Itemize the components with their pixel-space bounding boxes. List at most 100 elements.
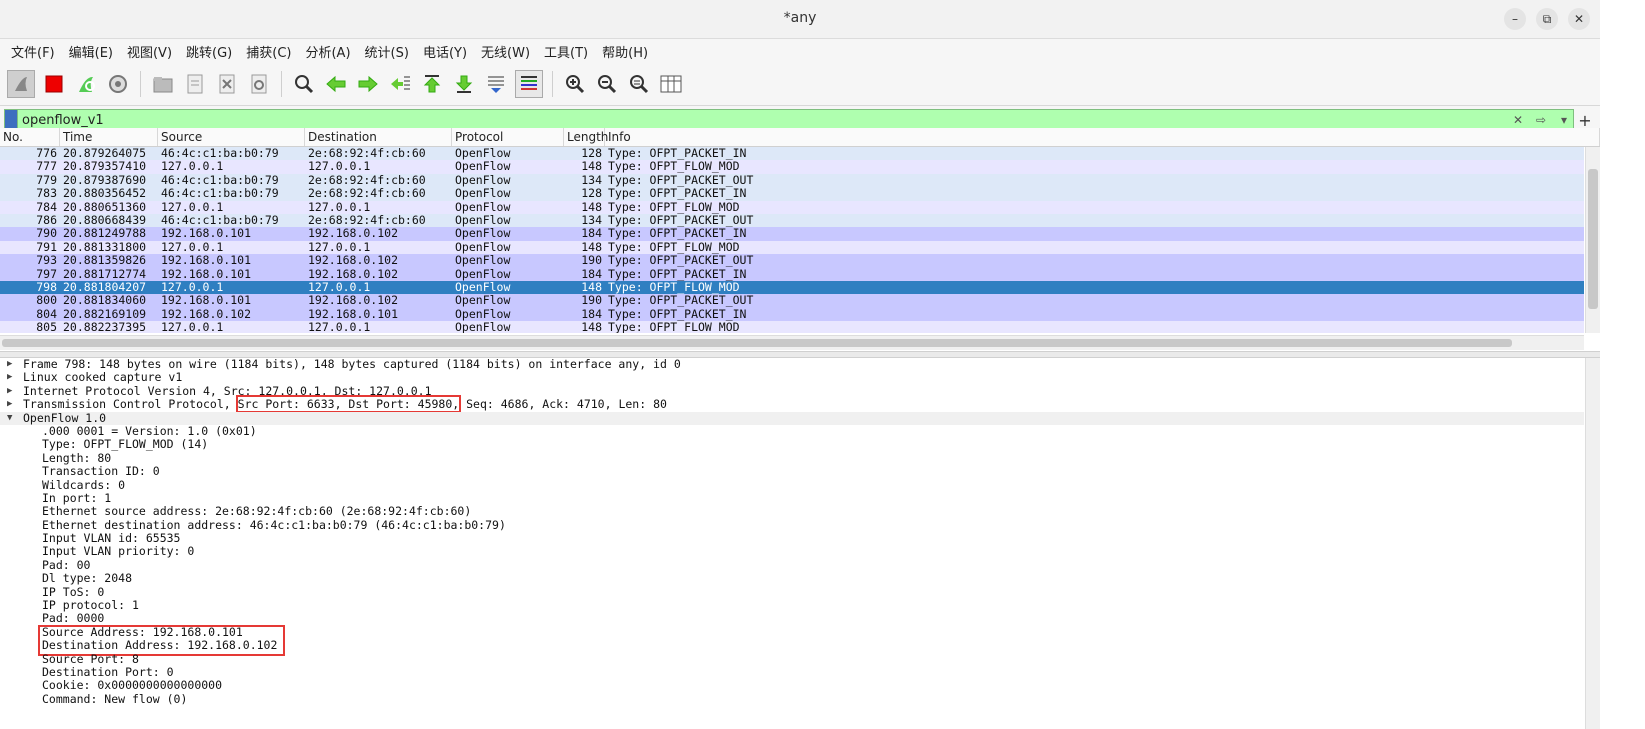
menu-help[interactable]: 帮助(H): [595, 42, 655, 61]
openflow-field[interactable]: Cookie: 0x0000000000000000: [0, 678, 1584, 692]
scroll-thumb[interactable]: [2, 339, 1512, 347]
packet-row[interactable]: 776 20.879264075 46:4c:c1:ba:b0:79 2e:68:92…: [0, 147, 1584, 161]
column-length[interactable]: Length: [564, 128, 608, 146]
tree-item-frame[interactable]: ▶ Frame 798: 148 bytes on wire (1184 bits…: [0, 358, 1584, 371]
openflow-field[interactable]: Wildcards: 0: [0, 478, 1584, 492]
tree-item-openflow[interactable]: ▼ OpenFlow 1.0: [0, 411, 1584, 425]
capture-options-icon[interactable]: [105, 71, 131, 97]
go-to-packet-icon[interactable]: [387, 71, 413, 97]
bookmark-icon[interactable]: [5, 110, 18, 130]
packet-row[interactable]: 777 20.879357410 127.0.0.1 127.0.0.1 OpenFlo…: [0, 160, 1584, 174]
packet-row[interactable]: 798 20.881804207 127.0.0.1 127.0.0.1 OpenFlo…: [0, 280, 1584, 295]
openflow-field[interactable]: Ethernet source address: 2e:68:92:4f:cb:…: [0, 504, 1584, 518]
clear-filter-icon[interactable]: ✕: [1509, 111, 1527, 129]
close-button[interactable]: ✕: [1568, 8, 1590, 30]
close-file-icon[interactable]: [214, 71, 240, 97]
scroll-thumb[interactable]: [1588, 169, 1598, 309]
openflow-field[interactable]: Destination Port: 0: [0, 665, 1584, 679]
packet-row[interactable]: 791 20.881331800 127.0.0.1 127.0.0.1 OpenFlo…: [0, 240, 1584, 255]
display-filter-input[interactable]: [18, 111, 1507, 129]
details-vertical-scrollbar[interactable]: [1585, 358, 1600, 729]
tree-item-linux-cooked[interactable]: ▶ Linux cooked capture v1: [0, 371, 1584, 384]
openflow-field[interactable]: IP ToS: 0: [0, 585, 1584, 599]
zoom-in-icon[interactable]: [562, 71, 588, 97]
zoom-out-icon[interactable]: [594, 71, 620, 97]
open-file-icon[interactable]: [150, 71, 176, 97]
restart-capture-icon[interactable]: [73, 71, 99, 97]
expand-arrow-icon[interactable]: ▶: [7, 398, 12, 411]
menu-file[interactable]: 文件(F): [4, 42, 62, 61]
openflow-field[interactable]: Source Port: 8: [0, 652, 1584, 666]
packet-row[interactable]: 783 20.880356452 46:4c:c1:ba:b0:79 2e:68:92…: [0, 187, 1584, 201]
resize-columns-icon[interactable]: [658, 71, 684, 97]
minimize-button[interactable]: –: [1504, 8, 1526, 30]
menu-capture[interactable]: 捕获(C): [239, 42, 298, 61]
openflow-field[interactable]: Input VLAN priority: 0: [0, 545, 1584, 559]
apply-filter-icon[interactable]: ⇨: [1529, 111, 1553, 129]
menu-analyze[interactable]: 分析(A): [298, 42, 357, 61]
openflow-field[interactable]: In port: 1: [0, 491, 1584, 505]
openflow-field[interactable]: Dl type: 2048: [0, 571, 1584, 585]
autoscroll-icon[interactable]: [483, 71, 509, 97]
go-back-icon[interactable]: [323, 71, 349, 97]
packet-row[interactable]: 800 20.881834060 192.168.0.101 192.168.0.10…: [0, 294, 1584, 308]
expand-arrow-icon[interactable]: ▶: [7, 358, 12, 371]
openflow-field[interactable]: Pad: 0000: [0, 612, 1584, 626]
packet-row[interactable]: 793 20.881359826 192.168.0.101 192.168.0.10…: [0, 254, 1584, 268]
field-source-address[interactable]: Source Address: 192.168.0.101: [0, 625, 1584, 639]
reload-file-icon[interactable]: [246, 71, 272, 97]
openflow-field[interactable]: .000 0001 = Version: 1.0 (0x01): [0, 424, 1584, 438]
packet-row[interactable]: 786 20.880668439 46:4c:c1:ba:b0:79 2e:68:92…: [0, 213, 1584, 228]
column-time[interactable]: Time: [60, 128, 158, 146]
maximize-button[interactable]: ⧉: [1536, 8, 1558, 30]
find-packet-icon[interactable]: [291, 71, 317, 97]
openflow-field[interactable]: Ethernet destination address: 46:4c:c1:b…: [0, 518, 1584, 532]
menu-telephony[interactable]: 电话(Y): [416, 42, 474, 61]
menu-go[interactable]: 跳转(G): [179, 42, 239, 61]
openflow-field[interactable]: Command: New flow (0): [0, 692, 1584, 706]
openflow-field[interactable]: Type: OFPT_FLOW_MOD (14): [0, 437, 1584, 451]
packet-row[interactable]: 779 20.879387690 46:4c:c1:ba:b0:79 2e:68:92…: [0, 173, 1584, 188]
colorize-icon[interactable]: [515, 70, 543, 98]
menu-wireless[interactable]: 无线(W): [474, 42, 537, 61]
go-first-icon[interactable]: [419, 71, 445, 97]
openflow-field[interactable]: Transaction ID: 0: [0, 464, 1584, 478]
menu-view[interactable]: 视图(V): [120, 42, 179, 61]
go-last-icon[interactable]: [451, 71, 477, 97]
packet-list-horizontal-scrollbar[interactable]: [0, 335, 1584, 350]
expand-arrow-icon[interactable]: ▶: [7, 371, 12, 384]
go-forward-icon[interactable]: [355, 71, 381, 97]
packet-row[interactable]: 804 20.882169109 192.168.0.102 192.168.0.10…: [0, 307, 1584, 322]
packet-row[interactable]: 805 20.882237395 127.0.0.1 127.0.0.1 OpenFlo…: [0, 321, 1584, 333]
packet-row[interactable]: 784 20.880651360 127.0.0.1 127.0.0.1 OpenFlo…: [0, 200, 1584, 214]
shark-fin-icon[interactable]: [7, 70, 35, 98]
column-no[interactable]: No.: [0, 128, 60, 146]
column-source[interactable]: Source: [158, 128, 305, 146]
openflow-field[interactable]: Pad: 00: [0, 558, 1584, 572]
openflow-field[interactable]: Length: 80: [0, 451, 1584, 465]
openflow-field[interactable]: Input VLAN id: 65535: [0, 531, 1584, 545]
stop-capture-icon[interactable]: [41, 71, 67, 97]
collapse-arrow-icon[interactable]: ▼: [7, 412, 12, 425]
column-protocol[interactable]: Protocol: [452, 128, 564, 146]
packet-row[interactable]: 790 20.881249788 192.168.0.101 192.168.0.10…: [0, 227, 1584, 241]
field-destination-address[interactable]: Destination Address: 192.168.0.102: [0, 638, 1584, 652]
packet-cell-info: Type: OFPT_PACKET_OUT: [608, 254, 754, 268]
menu-tools[interactable]: 工具(T): [537, 42, 595, 61]
packet-cell-info: Type: OFPT_FLOW_MOD: [608, 321, 740, 333]
openflow-field[interactable]: IP protocol: 1: [0, 598, 1584, 612]
menu-statistics[interactable]: 统计(S): [358, 42, 416, 61]
column-info[interactable]: Info: [605, 128, 1600, 146]
expand-arrow-icon[interactable]: ▶: [7, 385, 12, 398]
packet-row[interactable]: 797 20.881712774 192.168.0.101 192.168.0.10…: [0, 267, 1584, 281]
packet-list: No. Time Source Destination Protocol Len…: [0, 128, 1600, 350]
column-destination[interactable]: Destination: [305, 128, 452, 146]
add-filter-button-icon[interactable]: +: [1574, 111, 1596, 130]
save-file-icon[interactable]: [182, 71, 208, 97]
packet-list-vertical-scrollbar[interactable]: [1585, 147, 1600, 333]
pane-splitter[interactable]: [0, 351, 1600, 358]
tree-item-tcp[interactable]: ▶ Transmission Control Protocol, Src Port…: [0, 395, 1584, 414]
menu-edit[interactable]: 编辑(E): [62, 42, 120, 61]
filter-history-dropdown-icon[interactable]: ▾: [1555, 111, 1573, 129]
zoom-normal-icon[interactable]: [626, 71, 652, 97]
